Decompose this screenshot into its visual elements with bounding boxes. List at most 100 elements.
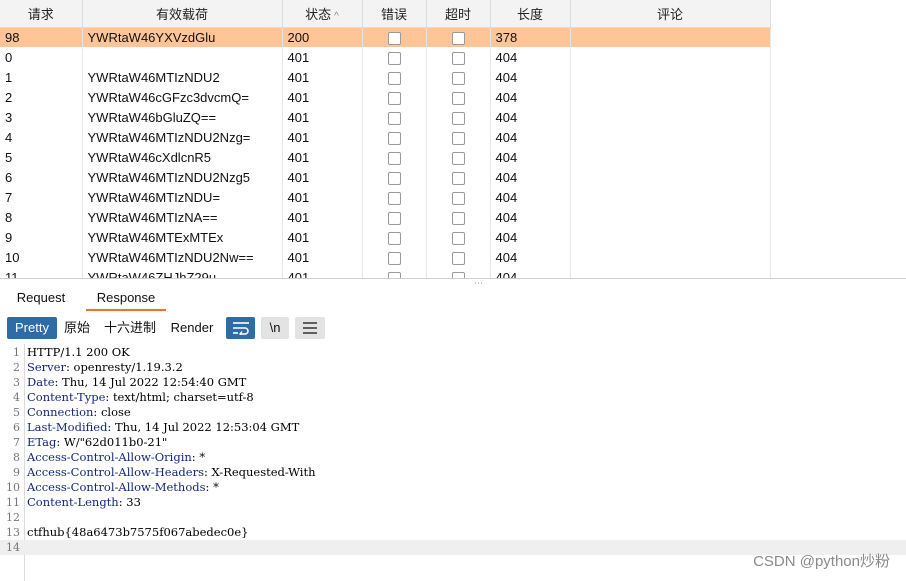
column-header[interactable]: 错误 bbox=[362, 0, 427, 28]
payload-cell bbox=[82, 47, 283, 67]
error-checkbox[interactable] bbox=[387, 111, 401, 125]
error-checkbox[interactable] bbox=[387, 191, 401, 205]
error-checkbox[interactable] bbox=[387, 131, 401, 145]
length-cell: 404 bbox=[490, 227, 571, 247]
status-cell: 401 bbox=[282, 227, 363, 247]
error-checkbox-cell bbox=[362, 107, 427, 127]
table-row[interactable]: 5 YWRtaW46cXdlcnR5 401 404 bbox=[0, 147, 771, 167]
column-header[interactable]: 超时 bbox=[426, 0, 491, 28]
code-line: 5 Connection: close bbox=[0, 405, 906, 420]
timeout-checkbox-cell bbox=[426, 247, 491, 267]
timeout-checkbox-cell bbox=[426, 67, 491, 87]
table-row[interactable]: 0 401 404 bbox=[0, 47, 771, 67]
response-editor[interactable]: 1 HTTP/1.1 200 OK 2 Server: openresty/1.19.… bbox=[0, 344, 906, 581]
body-text: ctfhub{48a6473b7575f067abedec0e} bbox=[27, 525, 249, 539]
table-row[interactable]: 6 YWRtaW46MTIzNDU2Nzg5 401 404 bbox=[0, 167, 771, 187]
header-name: Connection bbox=[27, 405, 94, 419]
wrap-lines-button[interactable] bbox=[226, 317, 255, 339]
code-line: 11 Content-Length: 33 bbox=[0, 495, 906, 510]
error-checkbox[interactable] bbox=[387, 251, 401, 265]
error-checkbox-cell bbox=[362, 247, 427, 267]
length-cell: 404 bbox=[490, 67, 571, 87]
error-checkbox[interactable] bbox=[387, 91, 401, 105]
menu-button[interactable] bbox=[295, 317, 325, 339]
pretty-button[interactable]: Pretty bbox=[7, 317, 57, 339]
table-row[interactable]: 8 YWRtaW46MTIzNA== 401 404 bbox=[0, 207, 771, 227]
code-line: 2 Server: openresty/1.19.3.2 bbox=[0, 360, 906, 375]
timeout-checkbox[interactable] bbox=[451, 191, 465, 205]
request-number-cell: 10 bbox=[0, 247, 83, 267]
line-number: 14 bbox=[6, 541, 20, 554]
timeout-checkbox[interactable] bbox=[451, 151, 465, 165]
timeout-checkbox[interactable] bbox=[451, 211, 465, 225]
length-cell: 404 bbox=[490, 47, 571, 67]
status-cell: 401 bbox=[282, 187, 363, 207]
column-header-label: 错误 bbox=[380, 6, 407, 22]
request-number-cell: 98 bbox=[0, 27, 83, 47]
code-text: Server: openresty/1.19.3.2 bbox=[27, 360, 183, 374]
timeout-checkbox-cell bbox=[426, 27, 491, 47]
table-row[interactable]: 4 YWRtaW46MTIzNDU2Nzg= 401 404 bbox=[0, 127, 771, 147]
error-checkbox[interactable] bbox=[387, 71, 401, 85]
payload-cell: YWRtaW46cGFzc3dvcmQ= bbox=[82, 87, 283, 107]
column-header[interactable]: 长度 bbox=[490, 0, 571, 28]
table-divider bbox=[0, 278, 906, 279]
timeout-checkbox[interactable] bbox=[451, 31, 465, 45]
timeout-checkbox[interactable] bbox=[451, 91, 465, 105]
column-header[interactable]: 状态 ^ bbox=[282, 0, 363, 28]
code-line: 12 bbox=[0, 510, 906, 525]
table-row[interactable]: 9 YWRtaW46MTExMTEx 401 404 bbox=[0, 227, 771, 247]
comment-cell bbox=[570, 167, 771, 187]
error-checkbox[interactable] bbox=[387, 171, 401, 185]
code-line: 6 Last-Modified: Thu, 14 Jul 2022 12:53:0… bbox=[0, 420, 906, 435]
line-number: 1 bbox=[13, 346, 20, 359]
timeout-checkbox[interactable] bbox=[451, 231, 465, 245]
timeout-checkbox[interactable] bbox=[451, 251, 465, 265]
payload-cell: YWRtaW46MTIzNDU2 bbox=[82, 67, 283, 87]
table-row[interactable]: 1 YWRtaW46MTIzNDU2 401 404 bbox=[0, 67, 771, 87]
tab-response[interactable]: Response bbox=[86, 286, 166, 311]
timeout-checkbox[interactable] bbox=[451, 51, 465, 65]
line-number: 4 bbox=[13, 391, 20, 404]
timeout-checkbox[interactable] bbox=[451, 171, 465, 185]
table-row[interactable]: 3 YWRtaW46bGluZQ== 401 404 bbox=[0, 107, 771, 127]
column-header[interactable]: 评论 bbox=[570, 0, 771, 28]
code-line: 8 Access-Control-Allow-Origin: * bbox=[0, 450, 906, 465]
column-header[interactable]: 请求 bbox=[0, 0, 83, 28]
watermark: CSDN @python炒粉 bbox=[753, 553, 890, 570]
table-row[interactable]: 10 YWRtaW46MTIzNDU2Nw== 401 404 bbox=[0, 247, 771, 267]
timeout-checkbox[interactable] bbox=[451, 71, 465, 85]
line-number: 10 bbox=[6, 481, 20, 494]
code-line: 7 ETag: W/"62d011b0-21" bbox=[0, 435, 906, 450]
error-checkbox[interactable] bbox=[387, 51, 401, 65]
table-row[interactable]: 7 YWRtaW46MTIzNDU= 401 404 bbox=[0, 187, 771, 207]
status-cell: 401 bbox=[282, 147, 363, 167]
column-header[interactable]: 有效载荷 bbox=[82, 0, 283, 28]
error-checkbox[interactable] bbox=[387, 231, 401, 245]
request-number-cell: 3 bbox=[0, 107, 83, 127]
error-checkbox[interactable] bbox=[387, 31, 401, 45]
show-newlines-button[interactable]: \n bbox=[261, 317, 289, 339]
status-cell: 401 bbox=[282, 87, 363, 107]
error-checkbox-cell bbox=[362, 227, 427, 247]
render-button[interactable]: Render bbox=[166, 317, 218, 339]
request-number-cell: 6 bbox=[0, 167, 83, 187]
comment-cell bbox=[570, 207, 771, 227]
table-row[interactable]: 98 YWRtaW46YXVzdGlu 200 378 bbox=[0, 27, 771, 47]
header-value: Thu, 14 Jul 2022 12:53:04 GMT bbox=[115, 420, 300, 434]
raw-button[interactable]: 原始 bbox=[60, 317, 94, 339]
code-text: Access-Control-Allow-Headers: X-Requeste… bbox=[27, 465, 316, 479]
table-row[interactable]: 2 YWRtaW46cGFzc3dvcmQ= 401 404 bbox=[0, 87, 771, 107]
tab-request[interactable]: Request bbox=[6, 286, 76, 311]
error-checkbox[interactable] bbox=[387, 151, 401, 165]
length-cell: 404 bbox=[490, 167, 571, 187]
code-text: HTTP/1.1 200 OK bbox=[27, 345, 130, 360]
code-line: 9 Access-Control-Allow-Headers: X-Request… bbox=[0, 465, 906, 480]
hex-button[interactable]: 十六进制 bbox=[100, 317, 160, 339]
line-number: 9 bbox=[13, 466, 20, 479]
error-checkbox[interactable] bbox=[387, 211, 401, 225]
timeout-checkbox[interactable] bbox=[451, 131, 465, 145]
error-checkbox-cell bbox=[362, 87, 427, 107]
error-checkbox-cell bbox=[362, 47, 427, 67]
timeout-checkbox[interactable] bbox=[451, 111, 465, 125]
